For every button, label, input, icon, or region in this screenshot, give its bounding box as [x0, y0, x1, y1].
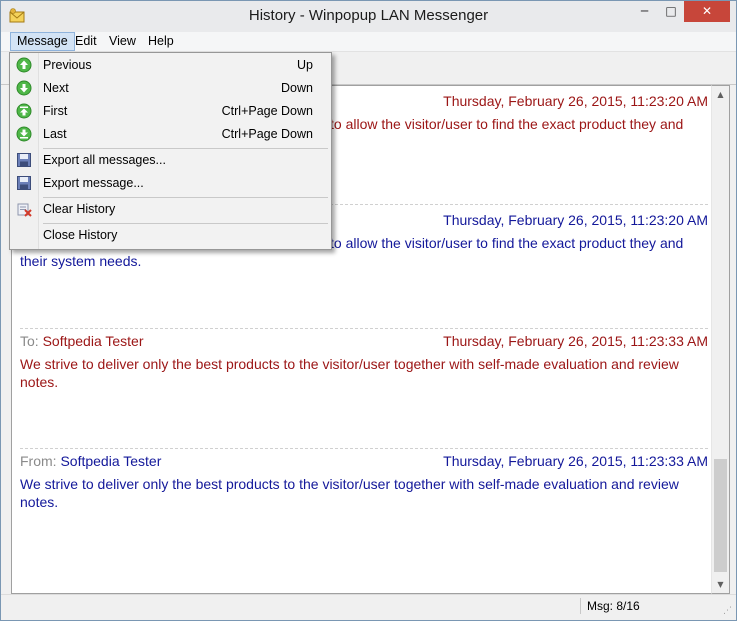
- menu-item-shortcut: Ctrl+Page Down: [221, 127, 313, 141]
- menu-item-export-all[interactable]: Export all messages...: [10, 149, 331, 171]
- arrow-up-circle-icon: [16, 57, 32, 73]
- menu-item-label: Previous: [43, 58, 92, 72]
- title-bar[interactable]: History - Winpopup LAN Messenger ─ □ ✕: [1, 1, 736, 33]
- menu-message[interactable]: Message: [10, 32, 75, 51]
- floppy-disk-icon: [17, 153, 31, 167]
- vertical-scrollbar[interactable]: ▲ ▼: [711, 85, 730, 594]
- menu-view[interactable]: View: [103, 33, 142, 50]
- menu-item-label: Export all messages...: [43, 153, 166, 167]
- message-body: We strive to deliver only the best produ…: [20, 356, 679, 390]
- menu-item-last[interactable]: Last Ctrl+Page Down: [10, 123, 331, 145]
- message-sender: From: Softpedia Tester: [20, 453, 162, 469]
- scroll-down-arrow-icon[interactable]: ▼: [712, 576, 729, 593]
- message-timestamp: Thursday, February 26, 2015, 11:23:33 AM: [443, 453, 708, 469]
- message-entry: To: Softpedia Tester Thursday, February …: [20, 332, 708, 391]
- menu-item-label: Next: [43, 81, 69, 95]
- history-window: History - Winpopup LAN Messenger ─ □ ✕ M…: [0, 0, 737, 621]
- maximize-button[interactable]: □: [658, 1, 684, 22]
- arrow-last-circle-icon: [16, 126, 32, 142]
- message-recipient: To: Softpedia Tester: [20, 333, 144, 349]
- window-title: History - Winpopup LAN Messenger: [248, 7, 489, 24]
- menu-item-shortcut: Ctrl+Page Down: [221, 104, 313, 118]
- scrollbar-thumb[interactable]: [714, 459, 727, 572]
- menu-help[interactable]: Help: [142, 33, 180, 50]
- arrow-down-circle-icon: [16, 80, 32, 96]
- message-entry: From: Softpedia Tester Thursday, Februar…: [20, 452, 708, 511]
- menu-item-export-message[interactable]: Export message...: [10, 172, 331, 194]
- menu-item-close-history[interactable]: Close History: [10, 224, 331, 246]
- floppy-disk-icon: [17, 176, 31, 190]
- menu-item-next[interactable]: Next Down: [10, 77, 331, 99]
- message-separator: [20, 328, 708, 329]
- message-body: We strive to deliver only the best produ…: [20, 476, 679, 510]
- menu-item-label: Close History: [43, 228, 118, 242]
- menu-item-previous[interactable]: Previous Up: [10, 54, 331, 76]
- message-timestamp: Thursday, February 26, 2015, 11:23:20 AM: [443, 93, 708, 109]
- menu-bar: Message Edit View Help: [1, 32, 736, 52]
- menu-item-shortcut: Down: [281, 81, 313, 95]
- menu-edit[interactable]: Edit: [69, 33, 103, 50]
- resize-grip-icon[interactable]: ⋰: [723, 606, 732, 616]
- message-menu-dropdown: Previous Up Next Down First Ctrl+Page Do…: [9, 52, 332, 250]
- message-timestamp: Thursday, February 26, 2015, 11:23:33 AM: [443, 333, 708, 349]
- status-bar: Msg: 8/16 ⋰: [1, 594, 736, 619]
- menu-item-label: Last: [43, 127, 67, 141]
- arrow-first-circle-icon: [16, 103, 32, 119]
- status-divider: [580, 598, 581, 614]
- clear-history-icon: [17, 203, 32, 217]
- message-counter: Msg: 8/16: [587, 599, 640, 613]
- menu-item-first[interactable]: First Ctrl+Page Down: [10, 100, 331, 122]
- message-separator: [20, 448, 708, 449]
- close-button[interactable]: ✕: [684, 1, 730, 22]
- message-timestamp: Thursday, February 26, 2015, 11:23:20 AM: [443, 212, 708, 228]
- menu-item-shortcut: Up: [297, 58, 313, 72]
- minimize-button[interactable]: ─: [631, 1, 658, 22]
- menu-item-clear-history[interactable]: Clear History: [10, 198, 331, 220]
- contact-name[interactable]: Softpedia Tester: [60, 453, 161, 469]
- message-body-continued: their system needs.: [20, 253, 142, 269]
- menu-item-label: Clear History: [43, 202, 116, 216]
- contact-name[interactable]: Softpedia Tester: [43, 333, 144, 349]
- menu-item-label: First: [43, 104, 68, 118]
- scroll-up-arrow-icon[interactable]: ▲: [712, 86, 729, 103]
- menu-item-label: Export message...: [43, 176, 144, 190]
